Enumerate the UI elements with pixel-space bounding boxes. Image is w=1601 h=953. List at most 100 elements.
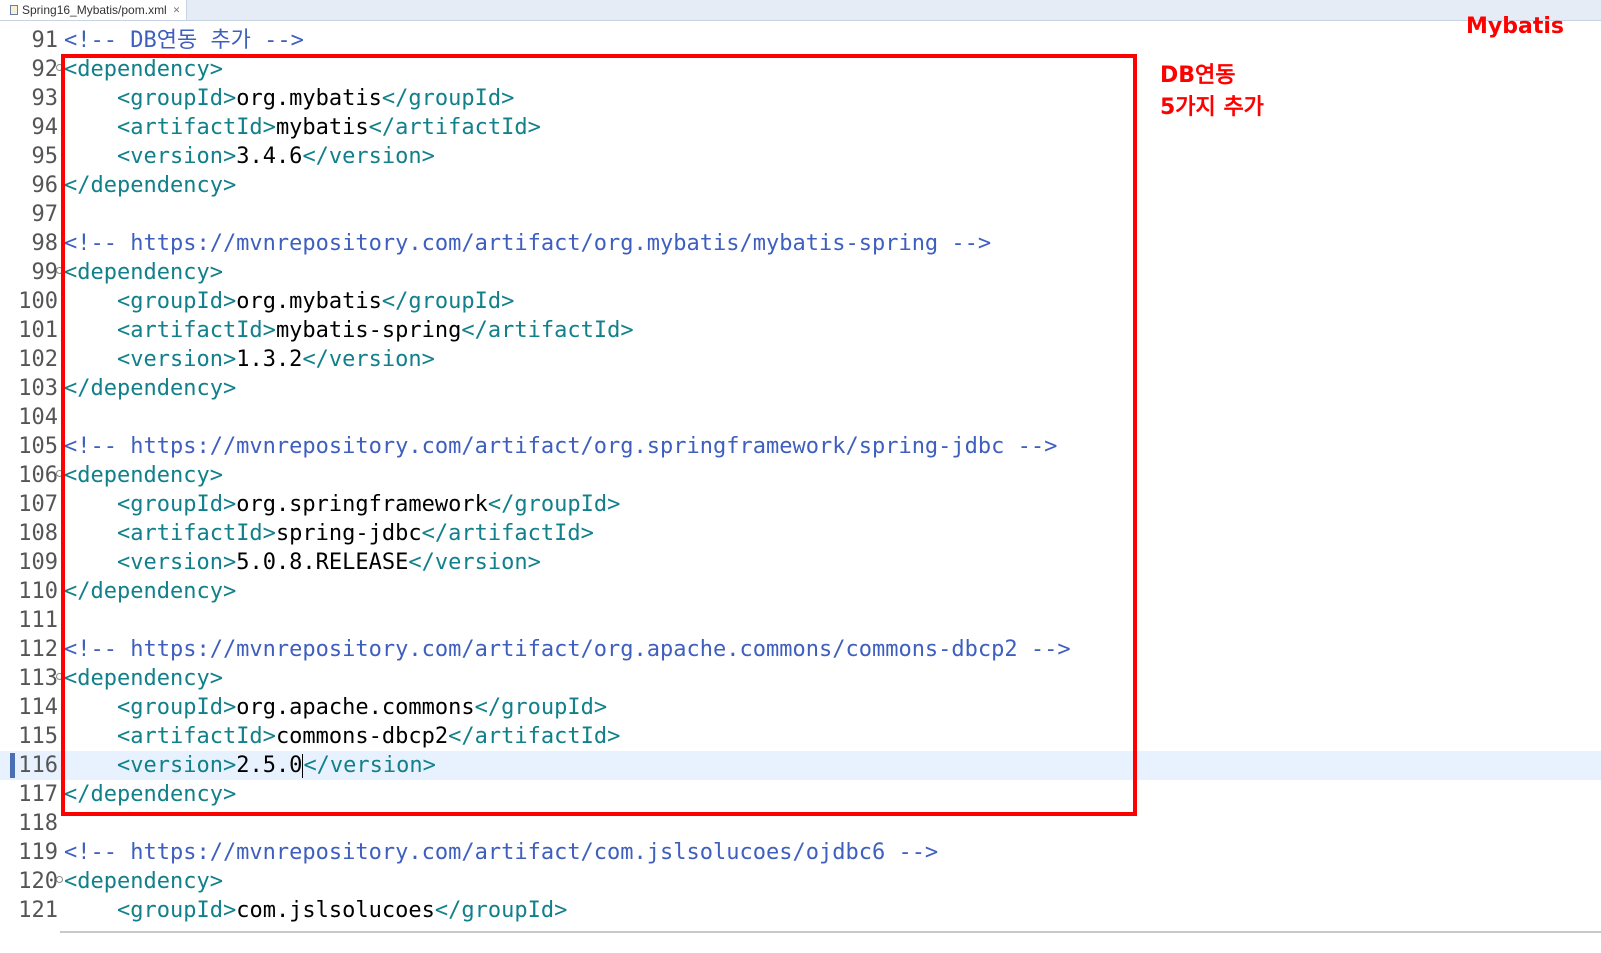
code-content: </dependency> xyxy=(64,171,236,200)
fold-toggle-icon[interactable] xyxy=(56,876,63,883)
line-number: 117 xyxy=(18,782,58,807)
fold-toggle-icon[interactable] xyxy=(56,470,63,477)
code-line[interactable]: 110 </dependency> xyxy=(0,577,1601,606)
code-line[interactable]: 104 xyxy=(0,403,1601,432)
xml-text xyxy=(64,318,117,343)
code-content: <groupId>com.jslsolucoes</groupId> xyxy=(64,896,567,925)
xml-text xyxy=(64,753,117,778)
code-line[interactable]: 120 <dependency> xyxy=(0,867,1601,896)
xml-tag: <dependency> xyxy=(64,463,223,488)
code-line[interactable]: 97 xyxy=(0,200,1601,229)
xml-tag: <groupId> xyxy=(116,492,237,517)
code-line[interactable]: 101 <artifactId>mybatis-spring</artifact… xyxy=(0,316,1601,345)
xml-comment: <!-- https://mvnrepository.com/artifact/… xyxy=(64,840,939,865)
code-line[interactable]: 102 <version>1.3.2</version> xyxy=(0,345,1601,374)
corner-label: Mybatis xyxy=(1466,14,1564,39)
xml-comment: <!-- DB연동 추가 --> xyxy=(64,28,304,53)
code-line[interactable]: 94 <artifactId>mybatis</artifactId> xyxy=(0,113,1601,142)
code-line[interactable]: 106 <dependency> xyxy=(0,461,1601,490)
xml-tag: </artifactId> xyxy=(461,318,634,343)
line-number: 95 xyxy=(31,144,59,169)
code-line[interactable]: 119 <!-- https://mvnrepository.com/artifa… xyxy=(0,838,1601,867)
code-line[interactable]: 93 <groupId>org.mybatis</groupId> xyxy=(0,84,1601,113)
code-content: <dependency> xyxy=(64,867,223,896)
xml-text: commons-dbcp2 xyxy=(275,724,449,749)
xml-tag: </groupId> xyxy=(474,695,608,720)
code-line[interactable]: 103 </dependency> xyxy=(0,374,1601,403)
xml-text: org.mybatis xyxy=(236,86,382,111)
code-content: <version>5.0.8.RELEASE</version> xyxy=(64,548,541,577)
code-line[interactable]: 111 xyxy=(0,606,1601,635)
xml-text xyxy=(64,695,117,720)
line-number: 93 xyxy=(31,86,59,111)
line-number: 92 xyxy=(31,57,59,82)
line-number: 97 xyxy=(31,202,59,227)
code-line[interactable]: 121 <groupId>com.jslsolucoes</groupId> xyxy=(0,896,1601,925)
line-number: 102 xyxy=(18,347,58,372)
line-number: 107 xyxy=(18,492,58,517)
tab-pom-xml[interactable]: Spring16_Mybatis/pom.xml ✕ xyxy=(0,0,187,20)
xml-text: 1.3.2 xyxy=(236,347,303,372)
code-content: </dependency> xyxy=(64,780,236,809)
line-number: 108 xyxy=(18,521,58,546)
code-line[interactable]: 107 <groupId>org.springframework</groupI… xyxy=(0,490,1601,519)
xml-tag: <groupId> xyxy=(116,289,237,314)
code-line[interactable]: 91 <!-- DB연동 추가 --> xyxy=(0,26,1601,55)
tab-title: Spring16_Mybatis/pom.xml xyxy=(22,3,167,17)
code-line[interactable]: 109 <version>5.0.8.RELEASE</version> xyxy=(0,548,1601,577)
xml-tag: <artifactId> xyxy=(116,115,276,140)
code-line[interactable]: 108 <artifactId>spring-jdbc</artifactId> xyxy=(0,519,1601,548)
fold-toggle-icon[interactable] xyxy=(56,673,63,680)
xml-tag: </artifactId> xyxy=(421,521,594,546)
xml-tag: <version> xyxy=(116,550,237,575)
code-line[interactable]: 118 xyxy=(0,809,1601,838)
code-line[interactable]: 95 <version>3.4.6</version> xyxy=(0,142,1601,171)
line-number: 94 xyxy=(31,115,59,140)
fold-toggle-icon[interactable] xyxy=(56,64,63,71)
code-content: <version>3.4.6</version> xyxy=(64,142,435,171)
xml-text xyxy=(64,521,117,546)
code-line[interactable]: 114 <groupId>org.apache.commons</groupId… xyxy=(0,693,1601,722)
xml-text: mybatis xyxy=(275,115,369,140)
close-icon[interactable]: ✕ xyxy=(173,5,181,16)
xml-tag: </groupId> xyxy=(381,86,515,111)
line-number: 116 xyxy=(18,753,58,778)
code-line[interactable]: 112 <!-- https://mvnrepository.com/artifa… xyxy=(0,635,1601,664)
fold-toggle-icon[interactable] xyxy=(56,267,63,274)
horizontal-scrollbar[interactable] xyxy=(60,931,1601,933)
code-line[interactable]: 96 </dependency> xyxy=(0,171,1601,200)
code-content: <!-- https://mvnrepository.com/artifact/… xyxy=(64,432,1057,461)
xml-text xyxy=(64,144,117,169)
xml-tag: <dependency> xyxy=(64,260,223,285)
xml-tag: </groupId> xyxy=(434,898,568,923)
editor-tab-bar: Spring16_Mybatis/pom.xml ✕ xyxy=(0,0,1601,21)
xml-tag: </dependency> xyxy=(64,782,237,807)
code-line[interactable]: 100 <groupId>org.mybatis</groupId> xyxy=(0,287,1601,316)
xml-tag: <version> xyxy=(116,347,237,372)
code-line[interactable]: 117 </dependency> xyxy=(0,780,1601,809)
code-content: <groupId>org.mybatis</groupId> xyxy=(64,84,514,113)
line-number: 106 xyxy=(18,463,58,488)
xml-text xyxy=(64,115,117,140)
xml-source-editor[interactable]: 91 <!-- DB연동 추가 --> 92 <dependency> 93 <grou… xyxy=(0,26,1601,953)
xml-tag: </dependency> xyxy=(64,376,237,401)
code-content: <dependency> xyxy=(64,55,223,84)
code-line[interactable]: 98 <!-- https://mvnrepository.com/artifac… xyxy=(0,229,1601,258)
line-number: 109 xyxy=(18,550,58,575)
code-line[interactable]: 99 <dependency> xyxy=(0,258,1601,287)
xml-text xyxy=(64,347,117,372)
code-content: <dependency> xyxy=(64,258,223,287)
line-number: 91 xyxy=(31,28,59,53)
code-content: <artifactId>spring-jdbc</artifactId> xyxy=(64,519,594,548)
line-number: 112 xyxy=(18,637,58,662)
code-content: <!-- https://mvnrepository.com/artifact/… xyxy=(64,229,991,258)
line-number: 113 xyxy=(18,666,58,691)
code-line[interactable]: 105 <!-- https://mvnrepository.com/artifa… xyxy=(0,432,1601,461)
xml-tag: <dependency> xyxy=(64,666,223,691)
code-line[interactable]: 113 <dependency> xyxy=(0,664,1601,693)
xml-text: org.springframework xyxy=(236,492,488,517)
code-line[interactable]: 92 <dependency> xyxy=(0,55,1601,84)
line-number: 114 xyxy=(18,695,58,720)
code-line[interactable]: 116 <version>2.5.0</version> xyxy=(0,751,1601,780)
code-line[interactable]: 115 <artifactId>commons-dbcp2</artifactI… xyxy=(0,722,1601,751)
